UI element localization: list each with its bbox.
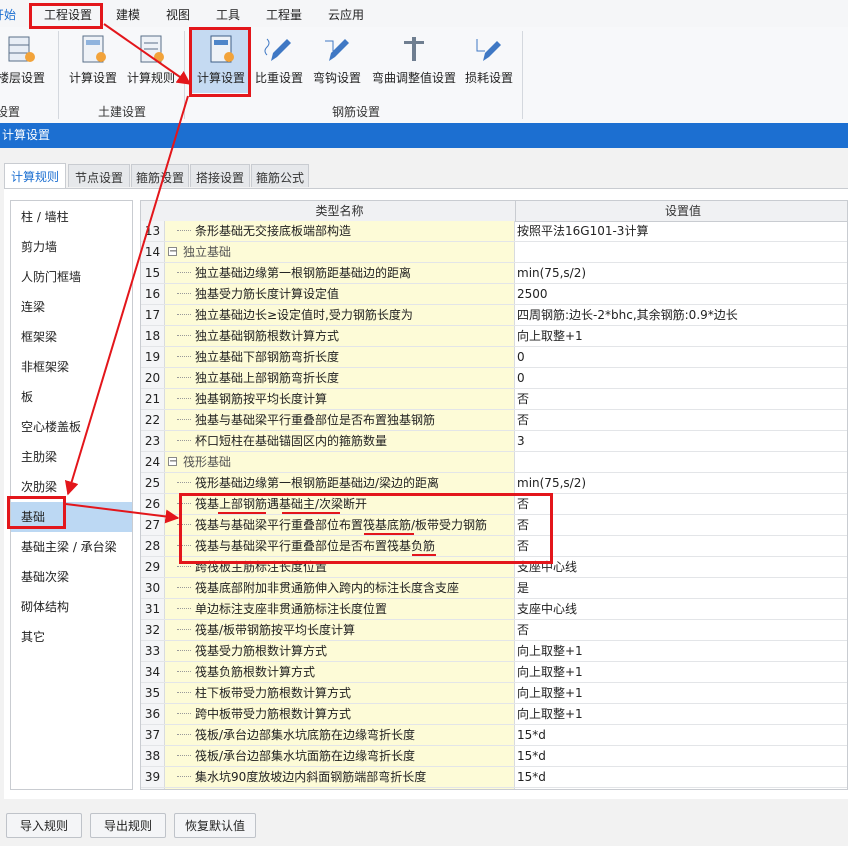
arrow-to-raft-rows [65, 503, 180, 524]
arrow-to-calc-settings [103, 23, 192, 85]
arrow-to-foundation [64, 95, 189, 496]
annotation-arrows [64, 23, 192, 524]
